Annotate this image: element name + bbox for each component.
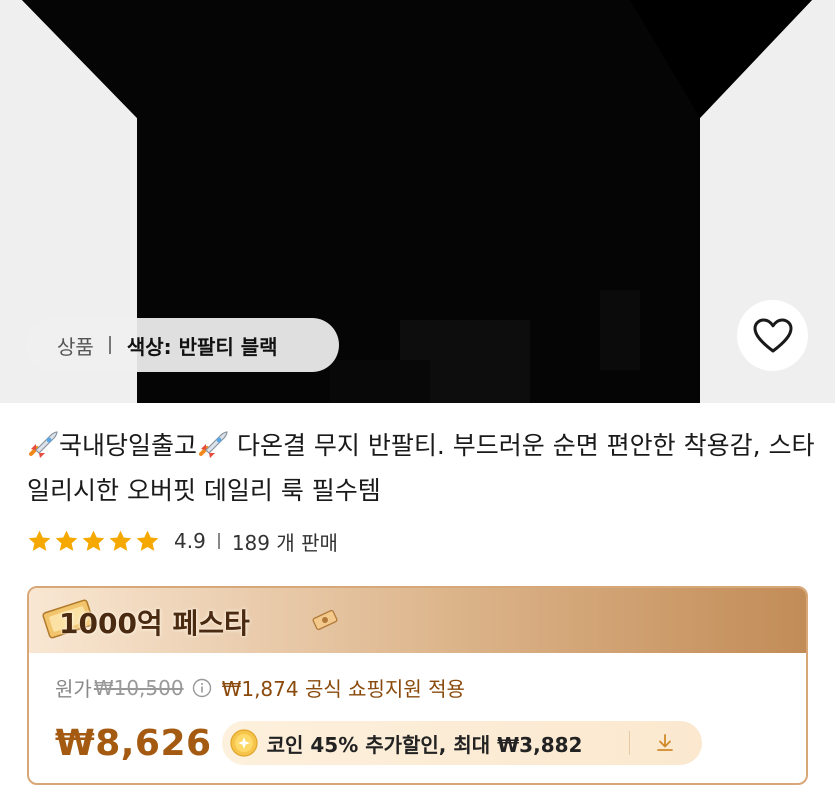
coin-discount-button[interactable]: 코인 45% 추가할인, 최대 ₩3,882 bbox=[221, 721, 702, 765]
download-icon[interactable] bbox=[654, 732, 676, 754]
rocket-icon bbox=[199, 431, 228, 458]
product-title: 국내당일출고 다온결 무지 반팔티. 부드러운 순면 편안한 착용감, 스타일리… bbox=[27, 423, 817, 513]
product-image[interactable]: 상품 색상: 반팔티 블랙 bbox=[0, 0, 835, 403]
original-price-row: 원가 ₩10,500 ₩1,874 공식 쇼핑지원 적용 bbox=[55, 673, 465, 702]
festa-banner: 1000억 페스타 bbox=[29, 588, 806, 653]
support-discount-text: ₩1,874 공식 쇼핑지원 적용 bbox=[221, 677, 465, 701]
final-price-row: ₩8,626 코인 45% 추가할인, 최대 ₩3,882 bbox=[55, 721, 702, 765]
star-icon bbox=[136, 530, 159, 551]
variant-label: 상품 bbox=[57, 334, 94, 359]
star-rating bbox=[27, 529, 160, 554]
divider bbox=[217, 533, 220, 549]
original-price-label: 원가 bbox=[55, 677, 92, 701]
divider bbox=[108, 336, 111, 354]
coin-icon bbox=[229, 729, 258, 757]
rating-row[interactable]: 4.9 189 개 판매 bbox=[27, 526, 338, 556]
badge-text: 국내당일출고 bbox=[59, 431, 198, 460]
star-icon bbox=[82, 530, 105, 551]
rocket-icon bbox=[29, 431, 58, 458]
star-icon bbox=[109, 530, 132, 551]
wishlist-button[interactable] bbox=[737, 300, 808, 371]
heart-icon bbox=[753, 318, 792, 352]
final-price: ₩8,626 bbox=[55, 722, 212, 764]
price-section: 원가 ₩10,500 ₩1,874 공식 쇼핑지원 적용 ₩8,626 코인 4… bbox=[29, 653, 806, 783]
star-icon bbox=[28, 530, 51, 551]
coupon-icon bbox=[312, 609, 338, 631]
festa-price-card[interactable]: 1000억 페스타 원가 ₩10,500 ₩1,874 공식 쇼핑지원 적용 ₩… bbox=[27, 586, 808, 785]
star-icon bbox=[55, 530, 78, 551]
coin-discount-text: 코인 45% 추가할인, 최대 ₩3,882 bbox=[266, 732, 583, 757]
variant-selector[interactable]: 상품 색상: 반팔티 블랙 bbox=[26, 318, 339, 372]
variant-value: 색상: 반팔티 블랙 bbox=[126, 334, 278, 359]
rating-score: 4.9 bbox=[174, 529, 206, 553]
divider bbox=[628, 731, 630, 755]
original-price: ₩10,500 bbox=[93, 675, 184, 700]
sold-count: 189 개 판매 bbox=[231, 530, 338, 555]
festa-title: 1000억 페스타 bbox=[59, 607, 250, 640]
info-icon[interactable] bbox=[192, 678, 212, 698]
